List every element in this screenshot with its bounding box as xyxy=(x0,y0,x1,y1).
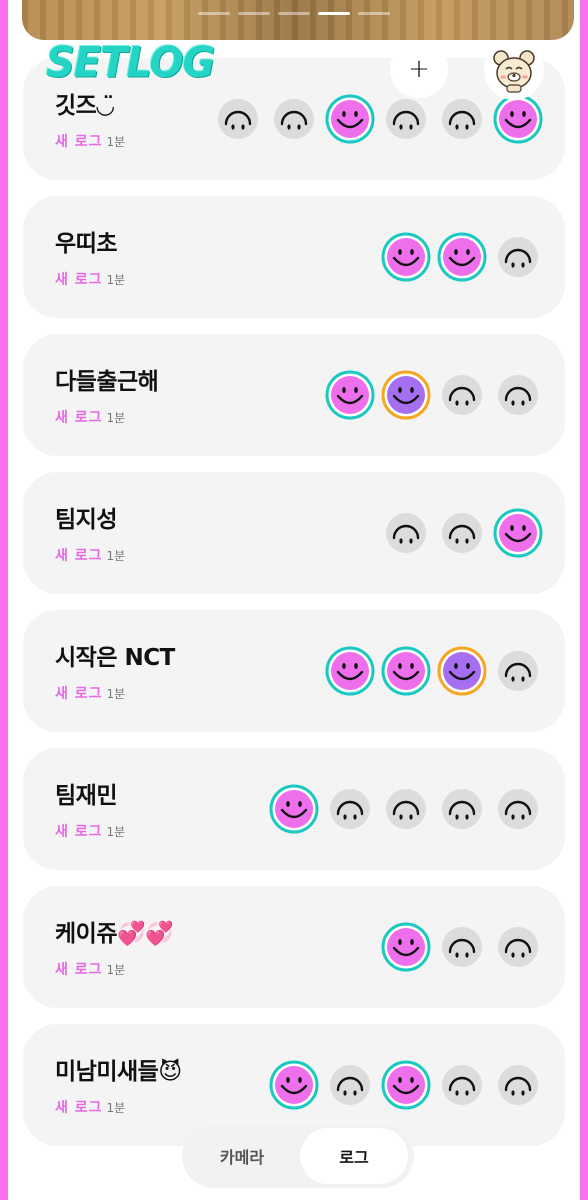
empty-face-icon[interactable] xyxy=(493,1060,543,1110)
member-faces xyxy=(325,646,543,696)
member-faces xyxy=(269,1060,543,1110)
member-faces xyxy=(325,370,543,420)
pink-smiley-icon[interactable] xyxy=(381,1060,431,1110)
log-time: 1분 xyxy=(106,825,126,839)
empty-face-icon[interactable] xyxy=(493,784,543,834)
empty-face-icon[interactable] xyxy=(493,922,543,972)
pink-smiley-icon[interactable] xyxy=(493,508,543,558)
pink-smiley-icon[interactable] xyxy=(381,646,431,696)
new-log-badge: 새 로그 xyxy=(55,1100,103,1116)
pink-smiley-icon[interactable] xyxy=(493,94,543,144)
log-subtitle: 새 로그 1분 xyxy=(55,131,125,151)
new-log-badge: 새 로그 xyxy=(55,686,103,702)
bear-avatar-icon xyxy=(493,50,535,93)
pink-smiley-icon[interactable] xyxy=(325,646,375,696)
log-card[interactable]: 우띠초새 로그 1분 xyxy=(23,196,565,318)
log-title: 깃즈◡̈ xyxy=(55,93,114,119)
empty-face-icon[interactable] xyxy=(381,94,431,144)
log-time: 1분 xyxy=(106,411,126,425)
empty-face-icon[interactable] xyxy=(325,784,375,834)
pager-dot xyxy=(318,12,350,15)
log-card[interactable]: 케이쥬💞💞 새 로그 1분 xyxy=(23,886,565,1008)
log-subtitle: 새 로그 1분 xyxy=(55,683,125,703)
bottom-tab-bar: 카메라 로그 xyxy=(182,1124,414,1188)
new-log-badge: 새 로그 xyxy=(55,410,103,426)
log-subtitle: 새 로그 1분 xyxy=(55,821,125,841)
log-subtitle: 새 로그 1분 xyxy=(55,959,125,979)
tab-log[interactable]: 로그 xyxy=(300,1128,408,1184)
pink-smiley-icon[interactable] xyxy=(381,922,431,972)
empty-face-icon[interactable] xyxy=(325,1060,375,1110)
log-subtitle: 새 로그 1분 xyxy=(55,269,125,289)
pink-smiley-icon[interactable] xyxy=(269,1060,319,1110)
empty-face-icon[interactable] xyxy=(437,922,487,972)
tab-camera[interactable]: 카메라 xyxy=(188,1128,296,1184)
empty-face-icon[interactable] xyxy=(437,94,487,144)
log-time: 1분 xyxy=(106,273,126,287)
purple-smiley-icon[interactable] xyxy=(381,370,431,420)
pink-smiley-icon[interactable] xyxy=(325,94,375,144)
log-card[interactable]: 다들출근해새 로그 1분 xyxy=(23,334,565,456)
log-card[interactable]: 팀지성새 로그 1분 xyxy=(23,472,565,594)
new-log-badge: 새 로그 xyxy=(55,962,103,978)
log-time: 1분 xyxy=(106,687,126,701)
empty-face-icon[interactable] xyxy=(381,784,431,834)
pink-smiley-icon[interactable] xyxy=(325,370,375,420)
empty-face-icon[interactable] xyxy=(381,508,431,558)
new-log-badge: 새 로그 xyxy=(55,548,103,564)
empty-face-icon[interactable] xyxy=(437,508,487,558)
log-title: 시작은 NCT xyxy=(55,645,175,671)
new-log-badge: 새 로그 xyxy=(55,134,103,150)
log-time: 1분 xyxy=(106,549,126,563)
empty-face-icon[interactable] xyxy=(437,1060,487,1110)
log-card[interactable]: 팀재민새 로그 1분 xyxy=(23,748,565,870)
log-title: 팀지성 xyxy=(55,507,117,533)
empty-face-icon[interactable] xyxy=(269,94,319,144)
member-faces xyxy=(213,94,543,144)
member-faces xyxy=(269,784,543,834)
log-subtitle: 새 로그 1분 xyxy=(55,545,125,565)
log-title: 미남미새들😈 xyxy=(55,1059,182,1085)
pager-dot xyxy=(238,12,270,15)
pink-smiley-icon[interactable] xyxy=(437,232,487,282)
log-title: 케이쥬💞💞 xyxy=(55,921,174,947)
empty-face-icon[interactable] xyxy=(437,370,487,420)
log-title: 우띠초 xyxy=(55,231,117,257)
pager-dot xyxy=(198,12,230,15)
app-logo: SETLOG xyxy=(46,38,215,88)
empty-face-icon[interactable] xyxy=(493,370,543,420)
empty-face-icon[interactable] xyxy=(493,646,543,696)
log-title: 다들출근해 xyxy=(55,369,159,395)
member-faces xyxy=(381,232,543,282)
log-subtitle: 새 로그 1분 xyxy=(55,407,125,427)
pager-dot xyxy=(278,12,310,15)
new-log-badge: 새 로그 xyxy=(55,272,103,288)
purple-smiley-icon[interactable] xyxy=(437,646,487,696)
log-subtitle: 새 로그 1분 xyxy=(55,1097,125,1117)
pink-smiley-icon[interactable] xyxy=(381,232,431,282)
profile-avatar[interactable] xyxy=(484,40,544,100)
add-log-button[interactable]: + xyxy=(390,40,448,98)
member-faces xyxy=(381,508,543,558)
new-log-badge: 새 로그 xyxy=(55,824,103,840)
empty-face-icon[interactable] xyxy=(493,232,543,282)
banner-pager xyxy=(198,12,390,15)
log-time: 1분 xyxy=(106,1101,126,1115)
log-card[interactable]: 시작은 NCT 새 로그 1분 xyxy=(23,610,565,732)
plus-icon: + xyxy=(408,54,430,84)
log-time: 1분 xyxy=(106,963,126,977)
log-title: 팀재민 xyxy=(55,783,117,809)
member-faces xyxy=(381,922,543,972)
empty-face-icon[interactable] xyxy=(437,784,487,834)
top-banner-image[interactable] xyxy=(22,0,574,40)
pink-smiley-icon[interactable] xyxy=(269,784,319,834)
empty-face-icon[interactable] xyxy=(213,94,263,144)
pager-dot xyxy=(358,12,390,15)
log-time: 1분 xyxy=(106,135,126,149)
app-screen: SETLOG + 깃즈◡̈ 새 로그 1분 우띠초 새 로그 1분 다들출근해 … xyxy=(8,0,580,1200)
